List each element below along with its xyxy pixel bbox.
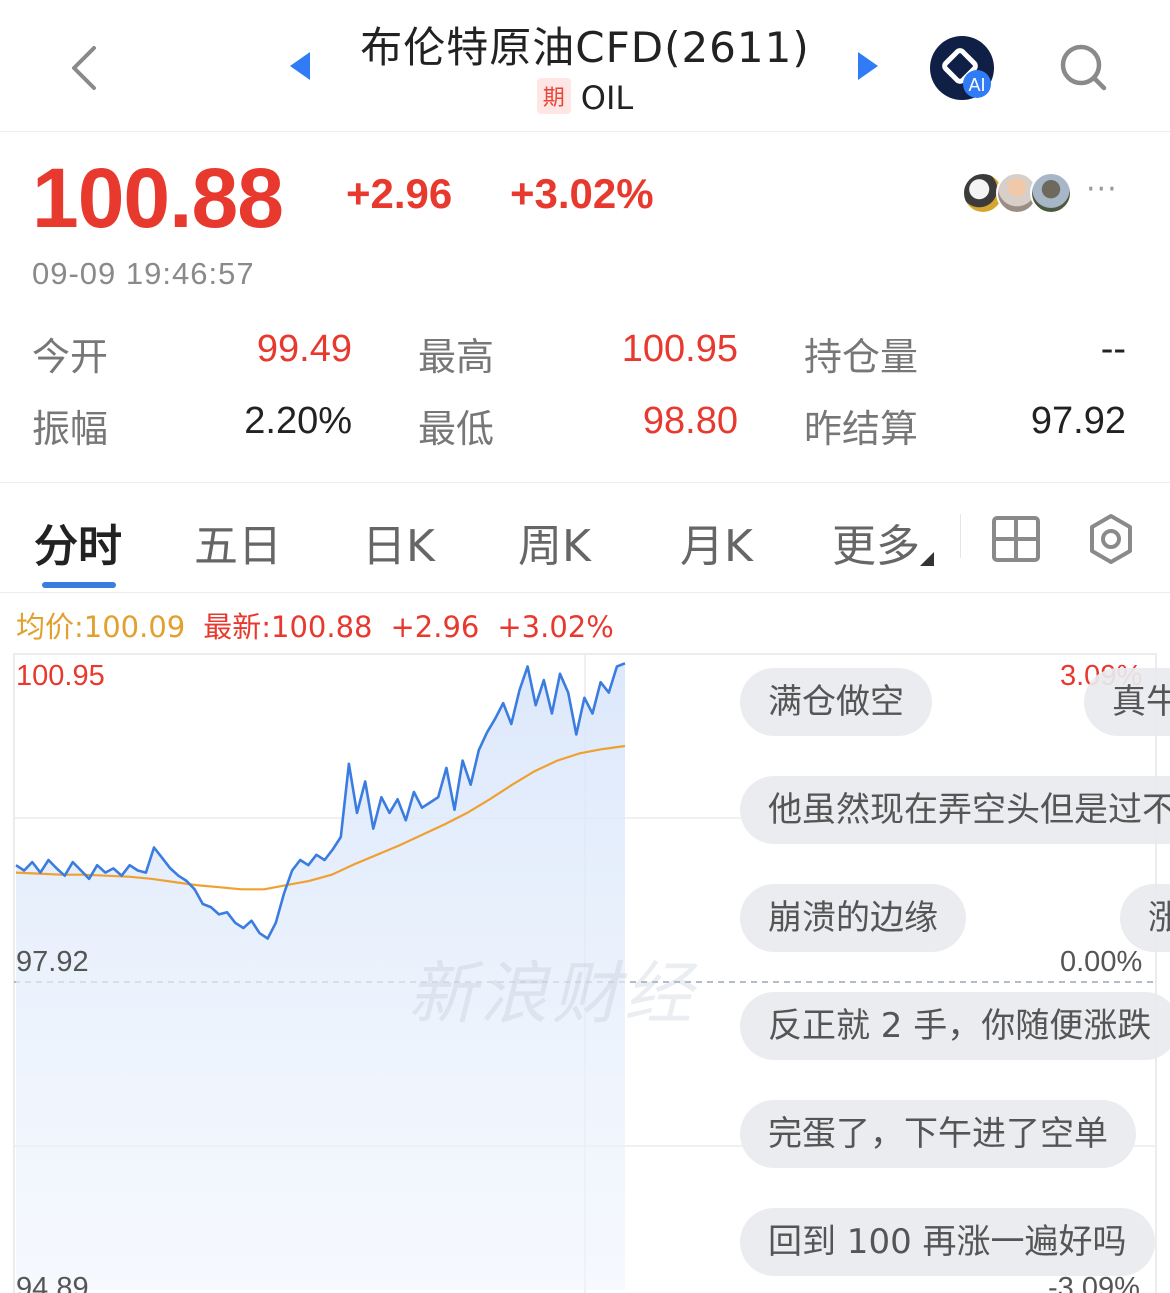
pct-axis-mid-label: 0.00% xyxy=(1060,946,1143,978)
tab-separator xyxy=(960,514,961,558)
amplitude-label: 振幅 xyxy=(32,407,109,451)
open-value: 99.49 xyxy=(256,328,352,370)
high-value: 100.95 xyxy=(621,328,738,370)
back-chevron-icon[interactable] xyxy=(62,40,112,96)
y-axis-mid-label: 97.92 xyxy=(16,946,89,978)
tab-monthly-k[interactable]: 月K xyxy=(680,510,753,574)
comment-chip[interactable]: 他虽然现在弄空头但是过不 xyxy=(740,776,1170,844)
section-divider xyxy=(0,482,1170,483)
futures-tag: 期 xyxy=(536,78,571,114)
comment-chip[interactable]: 回到 100 再涨一遍好吗 xyxy=(740,1208,1155,1276)
layout-grid-icon[interactable] xyxy=(990,514,1042,564)
dropdown-corner-icon xyxy=(920,552,934,566)
amplitude-value: 2.20% xyxy=(244,400,352,442)
comment-chip[interactable]: 完蛋了，下午进了空单 xyxy=(740,1100,1136,1168)
tab-more[interactable]: 更多 xyxy=(832,510,920,574)
next-instrument-triangle-icon[interactable] xyxy=(852,48,884,84)
open-interest-value: -- xyxy=(1100,328,1126,370)
tab-intraday[interactable]: 分时 xyxy=(34,510,122,574)
high-label: 最高 xyxy=(418,335,495,379)
price-change: +2.96 xyxy=(346,170,453,217)
comment-chip[interactable]: 反正就 2 手，你随便涨跌 xyxy=(740,992,1170,1060)
tabs-divider xyxy=(0,592,1170,593)
comment-chip[interactable]: 崩溃的边缘 xyxy=(740,884,966,952)
quote-timestamp: 09-09 19:46:57 xyxy=(32,256,255,291)
tab-five-day[interactable]: 五日 xyxy=(194,510,282,574)
change-readout: +2.96 xyxy=(390,610,480,644)
settings-hexagon-icon[interactable] xyxy=(1086,512,1136,566)
tab-weekly-k[interactable]: 周K xyxy=(518,510,591,574)
watcher-avatars[interactable] xyxy=(962,172,1082,216)
y-axis-top-label: 100.95 xyxy=(16,660,105,692)
more-options-icon[interactable]: ··· xyxy=(1086,172,1118,207)
top-nav-bar: 布伦特原油CFD(2611) 期 OIL AI xyxy=(0,0,1170,132)
prev-settle-value: 97.92 xyxy=(1030,400,1126,442)
change-percent-readout: +3.02% xyxy=(497,610,614,644)
prev-settle-label: 昨结算 xyxy=(804,407,919,451)
low-value: 98.80 xyxy=(642,400,738,442)
search-icon[interactable] xyxy=(1056,40,1112,96)
ai-assistant-icon[interactable]: AI xyxy=(928,34,996,102)
comment-chip[interactable]: 满仓做空 xyxy=(740,668,932,736)
instrument-subtitle: 期 OIL xyxy=(320,78,850,117)
last-price: 100.88 xyxy=(32,151,284,245)
comment-chip[interactable]: 真牛 xyxy=(1084,668,1170,736)
watermark: 新浪财经 xyxy=(408,955,697,1034)
open-label: 今开 xyxy=(32,335,109,379)
price-change-percent: +3.02% xyxy=(510,170,654,217)
latest-price-readout: 最新:100.88 xyxy=(203,610,373,644)
average-price-readout: 均价:100.09 xyxy=(16,610,186,644)
instrument-title: 布伦特原油CFD(2611) xyxy=(360,23,810,72)
instrument-code: OIL xyxy=(580,79,634,117)
ai-badge-label: AI xyxy=(968,75,985,95)
prev-instrument-triangle-icon[interactable] xyxy=(284,48,316,84)
low-label: 最低 xyxy=(418,407,495,451)
tab-daily-k[interactable]: 日K xyxy=(362,510,435,574)
active-tab-indicator xyxy=(42,582,116,588)
y-axis-bottom-label: 94.89 xyxy=(16,1272,89,1293)
avatar xyxy=(1030,172,1072,214)
open-interest-label: 持仓量 xyxy=(804,335,919,379)
